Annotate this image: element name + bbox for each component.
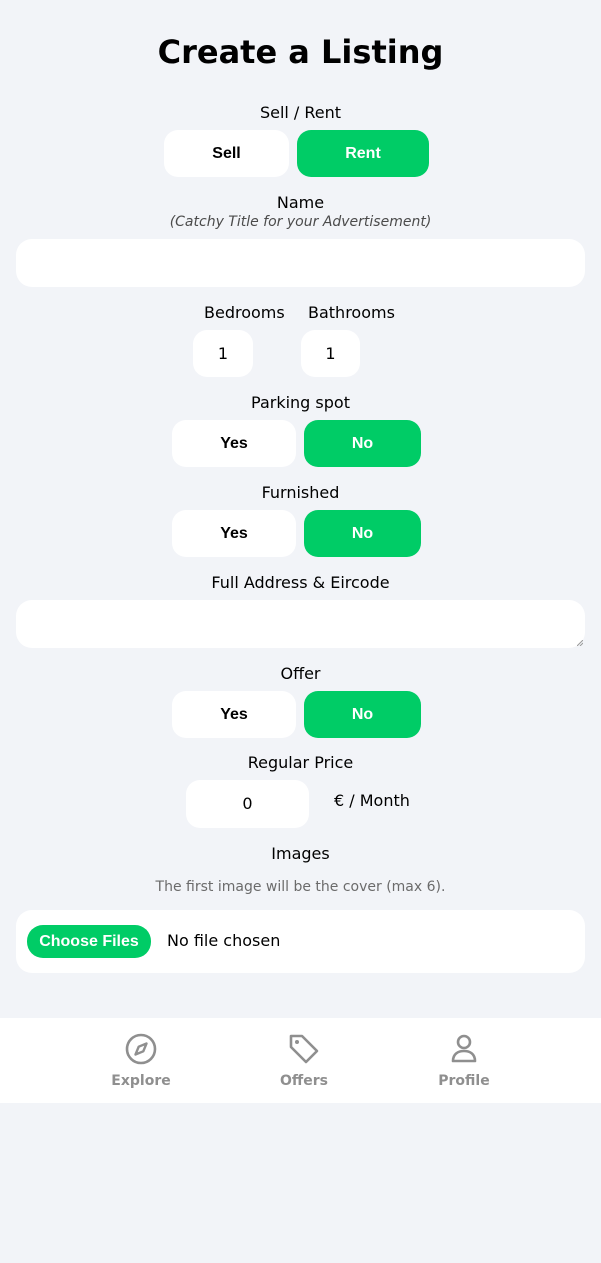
name-label: Name — [276, 193, 325, 212]
furnished-no-button[interactable]: No — [304, 510, 421, 557]
parking-label: Parking spot — [251, 393, 350, 412]
nav-item-profile[interactable]: Profile — [414, 1032, 514, 1092]
nav-label-profile: Profile — [438, 1073, 490, 1089]
create-listing-page: Create a Listing Sell / Rent Sell Rent N… — [0, 0, 601, 1263]
address-label: Full Address & Eircode — [211, 573, 390, 592]
bathrooms-input[interactable]: 1 — [301, 330, 360, 377]
bathrooms-label: Bathrooms — [308, 303, 395, 322]
furnished-yes-button[interactable]: Yes — [172, 510, 296, 557]
offer-no-button[interactable]: No — [304, 691, 421, 738]
nav-item-offers[interactable]: Offers — [254, 1032, 354, 1092]
tag-icon — [289, 1034, 319, 1064]
regular-price-label: Regular Price — [247, 753, 354, 772]
parking-no-button[interactable]: No — [304, 420, 421, 467]
parking-yes-button[interactable]: Yes — [172, 420, 296, 467]
choose-files-button[interactable]: Choose Files — [27, 925, 151, 958]
price-unit: € / Month — [334, 791, 410, 810]
offer-label: Offer — [280, 664, 321, 683]
name-input[interactable] — [16, 239, 585, 287]
images-note: The first image will be the cover (max 6… — [155, 879, 446, 895]
furnished-label: Furnished — [261, 483, 340, 502]
file-status: No file chosen — [167, 931, 281, 950]
page-title: Create a Listing — [157, 33, 444, 71]
rent-button[interactable]: Rent — [297, 130, 429, 177]
bedrooms-input[interactable]: 1 — [193, 330, 253, 377]
person-icon — [451, 1034, 477, 1063]
compass-icon — [125, 1033, 157, 1065]
bottom-navbar: Explore Offers Profile — [0, 1018, 601, 1103]
address-textarea[interactable] — [16, 600, 585, 648]
regular-price-input[interactable]: 0 — [186, 780, 309, 828]
name-hint: (Catchy Title for your Advertisement) — [169, 214, 432, 230]
images-label: Images — [271, 844, 330, 863]
nav-label-offers: Offers — [280, 1073, 328, 1089]
sell-rent-label: Sell / Rent — [259, 103, 342, 122]
nav-item-explore[interactable]: Explore — [91, 1032, 191, 1092]
nav-label-explore: Explore — [111, 1073, 171, 1089]
resize-grip-icon[interactable] — [577, 640, 583, 646]
file-input[interactable]: Choose Files No file chosen — [16, 910, 585, 973]
bedrooms-label: Bedrooms — [204, 303, 285, 322]
offer-yes-button[interactable]: Yes — [172, 691, 296, 738]
sell-button[interactable]: Sell — [164, 130, 289, 177]
